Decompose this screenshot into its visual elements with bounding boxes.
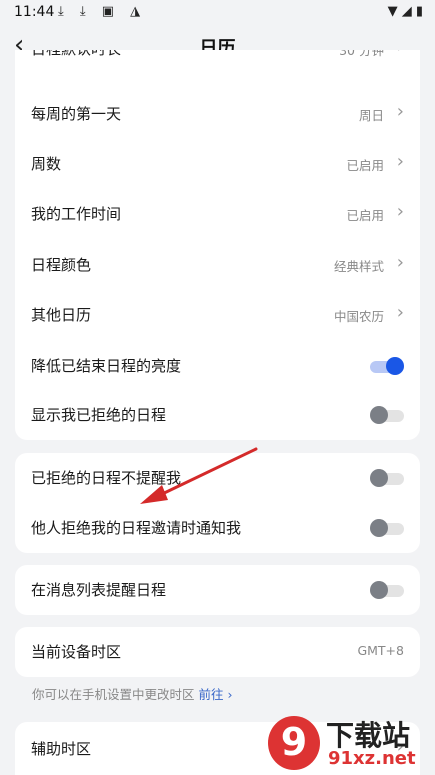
- watermark-logo: 9: [268, 716, 320, 770]
- notification-icons: ⤓ ⤓ ▣ ◮: [58, 4, 147, 19]
- chevron-right-icon: ›: [396, 101, 404, 122]
- system-icons: ▼ ◢ ▮: [387, 4, 423, 19]
- row-no-remind-declined: 已拒绝的日程不提醒我: [15, 453, 420, 503]
- row-label: 其他日历: [31, 306, 92, 324]
- watermark-url: 91xz.net: [328, 748, 416, 769]
- row-label: 已拒绝的日程不提醒我: [31, 469, 182, 487]
- status-bar: 11:44 ⤓ ⤓ ▣ ◮ ▼ ◢ ▮: [0, 0, 435, 26]
- row-label: 显示我已拒绝的日程: [31, 406, 167, 424]
- chevron-right-icon: ›: [397, 50, 404, 57]
- row-value: GMT+8: [357, 643, 404, 658]
- row-label: 周数: [31, 155, 62, 173]
- row-value: 30 分钟: [339, 50, 384, 58]
- row-notify-invite-declined: 他人拒绝我的日程邀请时通知我: [15, 503, 420, 553]
- row-label: 日程颜色: [31, 256, 92, 274]
- settings-card-general: 日程默认时长 30 分钟 › 每周的第一天 周日 › 周数 已启用 › 我的工作…: [15, 50, 420, 440]
- chevron-right-icon: ›: [396, 201, 404, 222]
- row-first-day-of-week[interactable]: 每周的第一天 周日 ›: [15, 89, 420, 139]
- chevron-right-icon: ›: [396, 302, 404, 323]
- go-to-settings-link[interactable]: 前往 ›: [199, 687, 233, 702]
- row-label: 日程默认时长: [31, 50, 121, 59]
- row-event-color[interactable]: 日程颜色 经典样式 ›: [15, 240, 420, 290]
- row-working-hours[interactable]: 我的工作时间 已启用 ›: [15, 189, 420, 239]
- toggle-notify-invite-declined[interactable]: [370, 519, 404, 537]
- row-label: 辅助时区: [31, 740, 92, 758]
- toggle-show-declined-events[interactable]: [370, 406, 404, 424]
- row-message-list-remind: 在消息列表提醒日程: [15, 565, 420, 615]
- row-label: 他人拒绝我的日程邀请时通知我: [31, 519, 242, 537]
- row-week-numbers[interactable]: 周数 已启用 ›: [15, 139, 420, 189]
- row-label: 降低已结束日程的亮度: [31, 357, 182, 375]
- watermark: 9 下载站 91xz.net: [266, 712, 434, 774]
- row-device-timezone[interactable]: 当前设备时区 GMT+8: [15, 627, 420, 677]
- row-value: 中国农历: [333, 309, 384, 324]
- timezone-hint: 你可以在手机设置中更改时区 前往 ›: [32, 684, 232, 703]
- settings-card-declined: 已拒绝的日程不提醒我 他人拒绝我的日程邀请时通知我: [15, 453, 420, 553]
- row-label: 每周的第一天: [31, 105, 122, 123]
- chevron-right-icon: ›: [396, 252, 404, 273]
- row-dim-past-events: 降低已结束日程的亮度: [15, 341, 420, 391]
- settings-card-message-list: 在消息列表提醒日程: [15, 565, 420, 615]
- chevron-right-icon: ›: [396, 151, 404, 172]
- row-label: 在消息列表提醒日程: [31, 581, 167, 599]
- row-label: 当前设备时区: [31, 643, 122, 661]
- row-other-calendars[interactable]: 其他日历 中国农历 ›: [15, 290, 420, 340]
- status-time: 11:44: [14, 4, 55, 20]
- hint-text: 你可以在手机设置中更改时区: [32, 687, 195, 702]
- toggle-dim-past-events[interactable]: [370, 357, 404, 375]
- row-value: 周日: [358, 108, 384, 123]
- row-default-duration[interactable]: 日程默认时长 30 分钟 ›: [15, 50, 420, 74]
- row-value: 已启用: [346, 208, 384, 223]
- settings-card-timezone: 当前设备时区 GMT+8: [15, 627, 420, 677]
- row-value: 已启用: [346, 158, 384, 173]
- row-label: 我的工作时间: [31, 205, 122, 223]
- toggle-message-list-remind[interactable]: [370, 581, 404, 599]
- row-show-declined-events: 显示我已拒绝的日程: [15, 390, 420, 440]
- row-value: 经典样式: [333, 259, 384, 274]
- toggle-no-remind-declined[interactable]: [370, 469, 404, 487]
